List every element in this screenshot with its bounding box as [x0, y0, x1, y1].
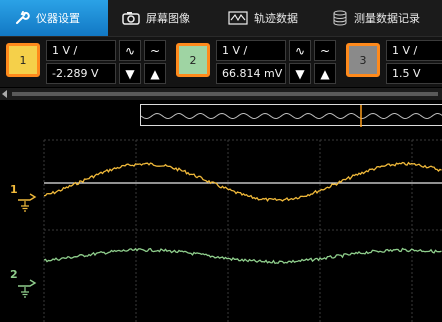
channel-2-offset[interactable]: 66.814 mV — [216, 63, 286, 84]
offset-up-button[interactable]: ▲ — [144, 63, 166, 84]
channel-number: 2 — [189, 53, 197, 67]
channel-1-offset[interactable]: -2.289 V — [46, 63, 116, 84]
channel-3-offset[interactable]: 1.5 V — [386, 63, 442, 84]
tab-label: 屏幕图像 — [146, 12, 190, 25]
channel-2-ground-marker-icon — [18, 279, 37, 298]
sine-wave-icon[interactable]: ∿ — [289, 40, 311, 61]
channel-number: 1 — [19, 53, 27, 67]
scroll-left-icon[interactable] — [2, 90, 7, 98]
ac-coupling-icon[interactable]: ~ — [314, 40, 336, 61]
channel-controls: 1 1 V / -2.289 V ∿ ~ ▼ ▲ 2 1 V / 66.814 … — [0, 37, 442, 87]
tab-screen-image[interactable]: 屏幕图像 — [122, 0, 222, 36]
channel-1-marker: 1 — [10, 183, 18, 196]
database-icon — [332, 10, 348, 26]
channel-3-button[interactable]: 3 — [346, 43, 380, 77]
channel-2-trace — [43, 247, 442, 265]
waveform-overview[interactable] — [0, 100, 442, 130]
channel-1-button[interactable]: 1 — [6, 43, 40, 77]
waveform-icon — [228, 11, 248, 25]
tab-label: 仪器设置 — [36, 12, 80, 25]
wrench-icon — [14, 10, 30, 26]
scope-grid — [43, 139, 442, 322]
sine-wave-icon[interactable]: ∿ — [119, 40, 141, 61]
scope-display[interactable]: 1 2 — [0, 130, 442, 322]
offset-down-button[interactable]: ▼ — [289, 63, 311, 84]
ac-coupling-icon[interactable]: ~ — [144, 40, 166, 61]
offset-up-button[interactable]: ▲ — [314, 63, 336, 84]
channel-3-scale[interactable]: 1 V / — [386, 40, 442, 61]
channel-2-scale[interactable]: 1 V / — [216, 40, 286, 61]
tab-trace-data[interactable]: 轨迹数据 — [228, 0, 332, 36]
tab-instrument-settings[interactable]: 仪器设置 — [0, 0, 108, 36]
channel-1-ground-marker-icon — [18, 193, 37, 212]
channel-1-scale[interactable]: 1 V / — [46, 40, 116, 61]
channel-1-trace — [43, 161, 442, 203]
horizontal-scrollbar[interactable] — [0, 88, 442, 100]
channel-2-marker: 2 — [10, 268, 18, 281]
tab-label: 轨迹数据 — [254, 12, 298, 25]
channel-2-button[interactable]: 2 — [176, 43, 210, 77]
channel-number: 3 — [359, 53, 367, 67]
tab-measurement-log[interactable]: 测量数据记录 — [332, 0, 442, 36]
overview-window[interactable] — [140, 104, 442, 127]
scroll-track[interactable] — [12, 92, 438, 96]
camera-icon — [122, 11, 140, 25]
tab-label: 测量数据记录 — [354, 12, 420, 25]
offset-down-button[interactable]: ▼ — [119, 63, 141, 84]
top-tab-bar: 仪器设置 屏幕图像 轨迹数据 测量数据记录 — [0, 0, 442, 37]
